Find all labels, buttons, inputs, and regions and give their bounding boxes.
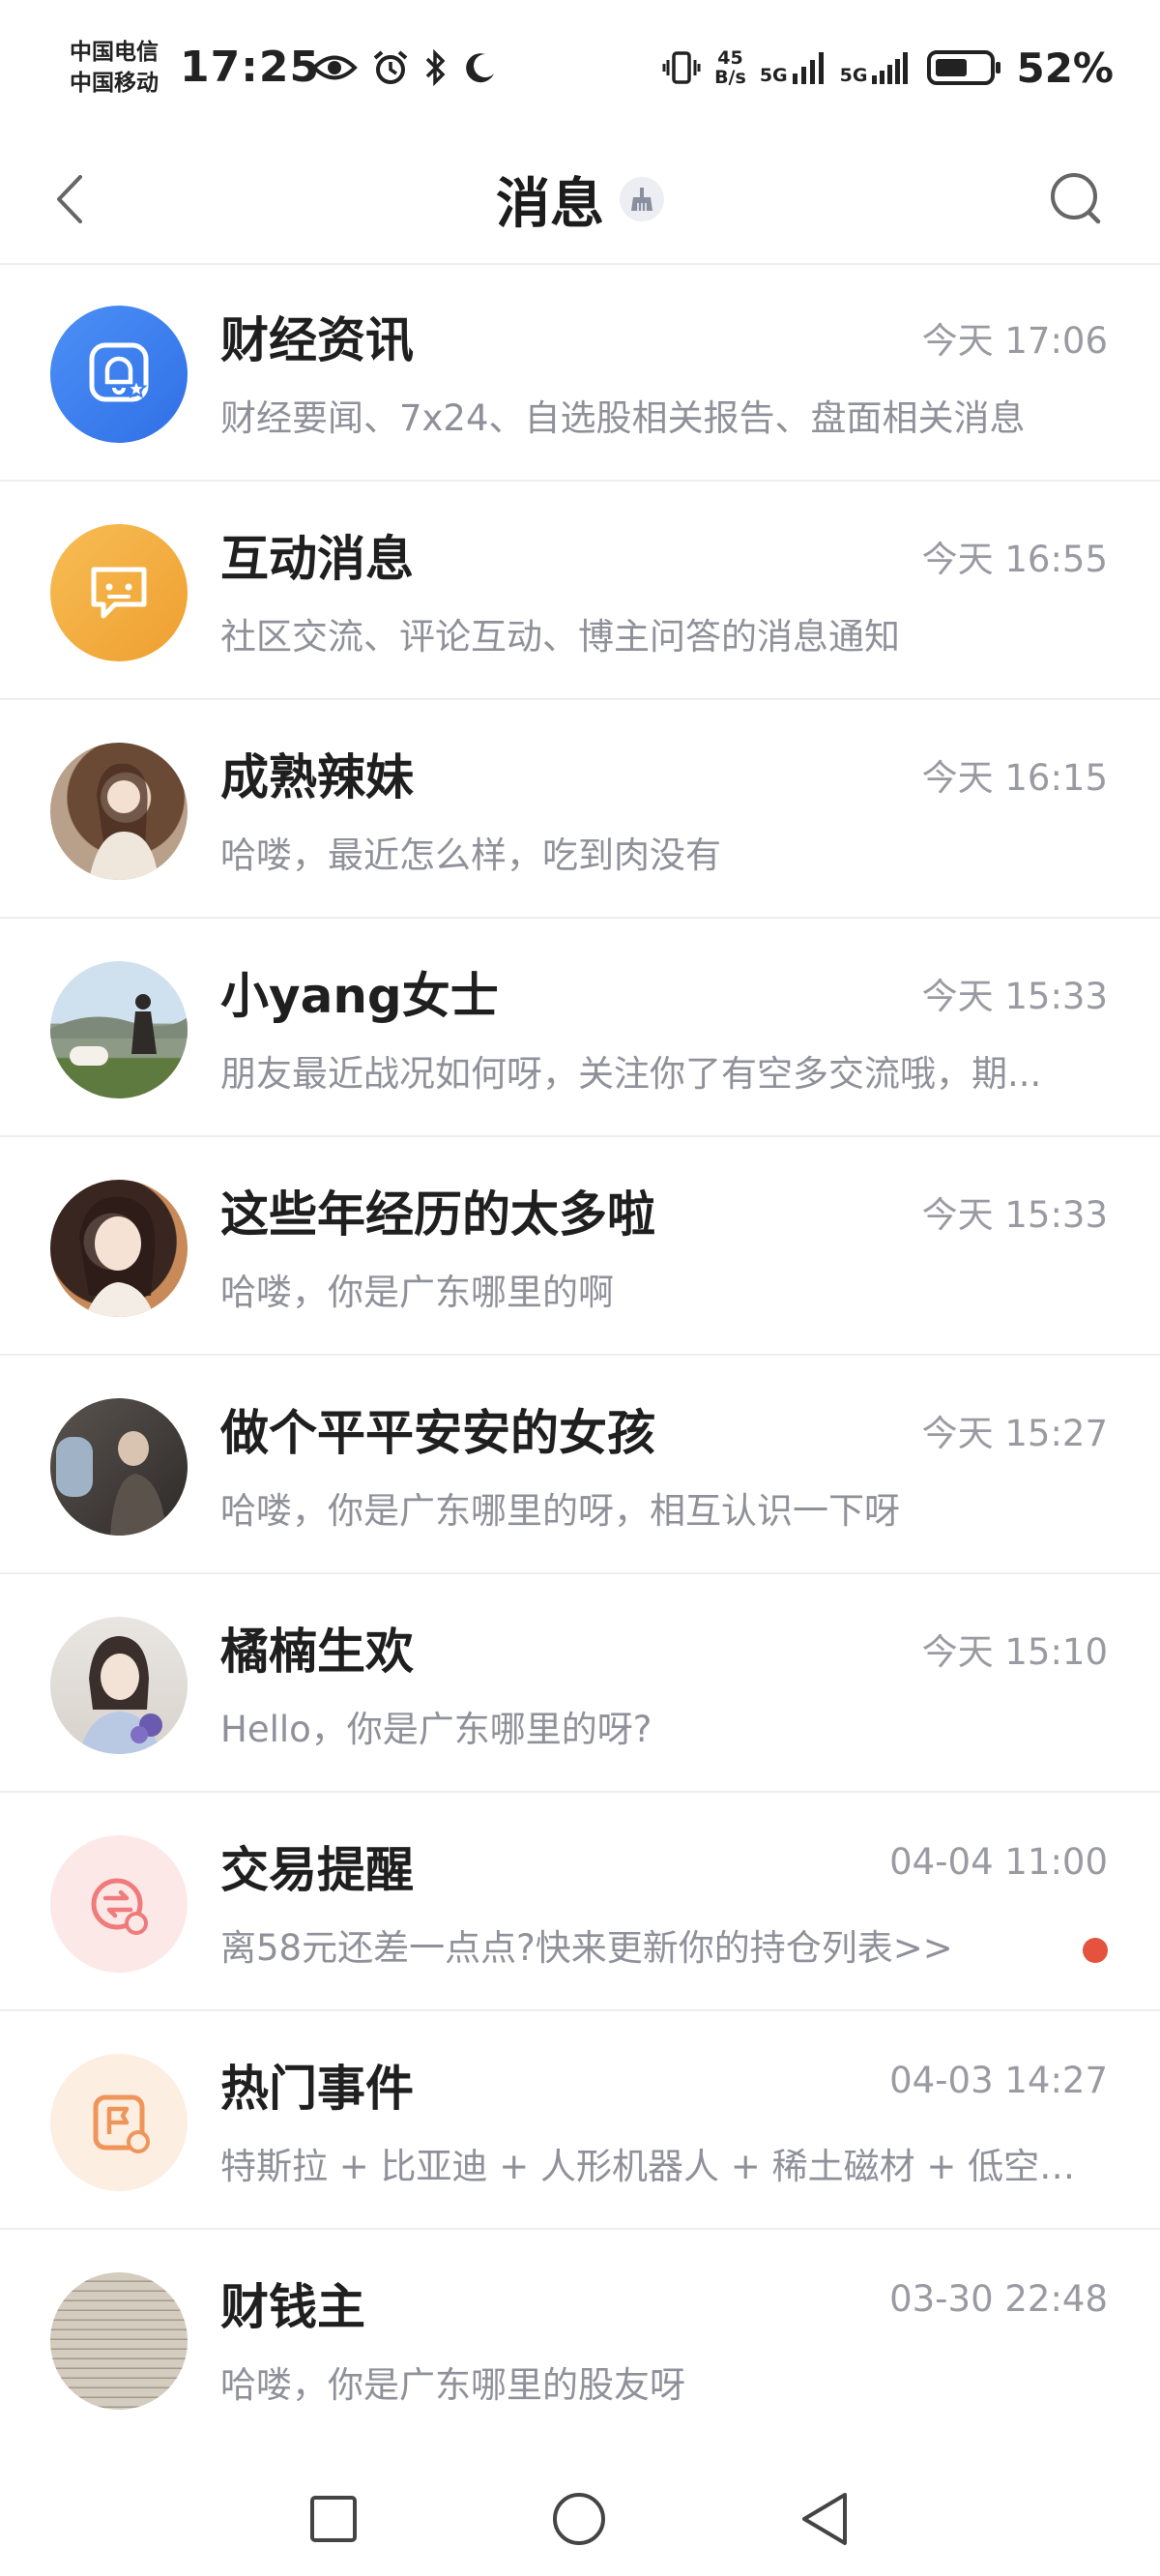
user-photo bbox=[50, 2272, 188, 2410]
signal-icon bbox=[872, 52, 909, 84]
conversation-preview: 离58元还差一点点?快来更新你的持仓列表>> bbox=[220, 1927, 953, 1969]
user-photo bbox=[50, 994, 188, 1066]
list-item[interactable]: 做个平平安安的女孩 今天 15:27 哈喽，你是广东哪里的呀，相互认识一下呀 bbox=[0, 1356, 1160, 1574]
conversation-name: 橘楠生欢 bbox=[220, 1624, 414, 1680]
signal-2: 5G bbox=[840, 50, 914, 85]
conversation-time: 今天 16:15 bbox=[921, 757, 1108, 799]
alarm-icon bbox=[373, 50, 408, 84]
home-circle-icon bbox=[553, 2493, 605, 2545]
conversation-name: 财钱主 bbox=[220, 2279, 365, 2335]
signal-icon bbox=[792, 52, 824, 84]
bell-star-icon bbox=[89, 342, 149, 402]
moon-icon bbox=[466, 53, 494, 83]
list-item[interactable]: 小yang女士 今天 15:33 朋友最近战况如何呀，关注你了有空多交流哦，期.… bbox=[0, 919, 1160, 1137]
conversation-time: 03-30 22:48 bbox=[889, 2278, 1108, 2320]
avatar bbox=[50, 2054, 188, 2191]
list-item[interactable]: 交易提醒 04-04 11:00 离58元还差一点点?快来更新你的持仓列表>> bbox=[0, 1793, 1160, 2011]
list-item[interactable]: 互动消息 今天 16:55 社区交流、评论互动、博主问答的消息通知 bbox=[0, 482, 1160, 700]
conversation-preview: 哈喽，你是广东哪里的啊 bbox=[220, 1272, 614, 1313]
clear-unread-button[interactable] bbox=[620, 177, 664, 221]
recents-button[interactable] bbox=[290, 2475, 377, 2562]
unread-dot bbox=[1083, 1938, 1108, 1963]
signal-1: 5G bbox=[760, 50, 826, 85]
page-title: 消息 bbox=[496, 172, 604, 236]
bluetooth-icon bbox=[425, 48, 446, 87]
status-icons-right: 45 B/s 5G 5G 52% bbox=[662, 43, 1114, 93]
conversation-preview: Hello，你是广东哪里的呀? bbox=[220, 1709, 652, 1750]
search-button[interactable] bbox=[1042, 164, 1112, 234]
avatar bbox=[50, 306, 188, 443]
list-item[interactable]: 成熟辣妹 今天 16:15 哈喽，最近怎么样，吃到肉没有 bbox=[0, 700, 1160, 919]
avatar bbox=[50, 524, 188, 661]
conversation-preview: 朋友最近战况如何呀，关注你了有空多交流哦，期... bbox=[220, 1053, 1042, 1095]
avatar bbox=[50, 2272, 188, 2410]
conversation-preview: 社区交流、评论互动、博主问答的消息通知 bbox=[220, 616, 900, 658]
conversation-name: 交易提醒 bbox=[220, 1842, 414, 1898]
list-item[interactable]: 财经资讯 今天 17:06 财经要闻、7x24、自选股相关报告、盘面相关消息 bbox=[0, 263, 1160, 482]
search-icon bbox=[1051, 173, 1101, 224]
status-icons-left bbox=[311, 46, 497, 89]
trade-alert-icon bbox=[91, 1878, 148, 1935]
conversation-name: 财经资讯 bbox=[220, 312, 414, 368]
back-triangle-icon bbox=[802, 2493, 847, 2545]
title-area: 消息 bbox=[0, 157, 1160, 242]
conversation-name: 热门事件 bbox=[220, 2061, 414, 2117]
conversation-preview: 哈喽，你是广东哪里的呀，相互认识一下呀 bbox=[220, 1490, 900, 1532]
list-item[interactable]: 财钱主 03-30 22:48 哈喽，你是广东哪里的股友呀 bbox=[0, 2230, 1160, 2448]
system-back-button[interactable] bbox=[781, 2475, 868, 2562]
conversation-time: 今天 15:10 bbox=[921, 1631, 1108, 1673]
conversation-name: 小yang女士 bbox=[220, 968, 499, 1024]
conversation-preview: 财经要闻、7x24、自选股相关报告、盘面相关消息 bbox=[220, 397, 1026, 439]
battery-icon bbox=[927, 50, 1001, 85]
avatar bbox=[50, 1617, 188, 1754]
conversation-time: 04-04 11:00 bbox=[889, 1841, 1108, 1883]
avatar bbox=[50, 961, 188, 1098]
conversation-name: 成熟辣妹 bbox=[220, 749, 414, 805]
recents-square-icon bbox=[310, 2496, 357, 2542]
conversation-time: 04-03 14:27 bbox=[889, 2060, 1108, 2101]
list-item[interactable]: 热门事件 04-03 14:27 特斯拉 + 比亚迪 + 人形机器人 + 稀土磁… bbox=[0, 2011, 1160, 2230]
status-bar: 中国电信 中国移动 17:25 45 B/s 5G 5G 52% bbox=[0, 0, 1160, 135]
system-nav-bar bbox=[0, 2456, 1160, 2576]
conversation-preview: 哈喽，最近怎么样，吃到肉没有 bbox=[220, 834, 721, 876]
clock: 17:25 bbox=[180, 43, 321, 92]
list-item[interactable]: 橘楠生欢 今天 15:10 Hello，你是广东哪里的呀? bbox=[0, 1574, 1160, 1793]
home-button[interactable] bbox=[536, 2475, 623, 2562]
carrier-1: 中国电信 bbox=[70, 40, 159, 65]
avatar bbox=[50, 1180, 188, 1317]
conversation-time: 今天 16:55 bbox=[921, 539, 1108, 580]
eye-icon bbox=[311, 55, 358, 80]
chat-bubble-icon bbox=[91, 567, 147, 619]
conversation-preview: 哈喽，你是广东哪里的股友呀 bbox=[220, 2364, 685, 2406]
user-photo bbox=[56, 1431, 166, 1536]
list-item[interactable]: 这些年经历的太多啦 今天 15:33 哈喽，你是广东哪里的啊 bbox=[0, 1137, 1160, 1356]
conversation-time: 今天 17:06 bbox=[921, 320, 1108, 362]
conversation-time: 今天 15:33 bbox=[921, 1194, 1108, 1236]
avatar bbox=[50, 743, 188, 880]
conversation-time: 今天 15:33 bbox=[921, 976, 1108, 1017]
user-photo bbox=[79, 1636, 162, 1754]
app-header: 消息 bbox=[0, 135, 1160, 265]
user-photo bbox=[89, 763, 159, 880]
carrier-labels: 中国电信 中国移动 bbox=[70, 37, 159, 99]
conversation-time: 今天 15:27 bbox=[921, 1413, 1108, 1454]
user-photo bbox=[79, 1196, 156, 1317]
conversation-preview: 特斯拉 + 比亚迪 + 人形机器人 + 稀土磁材 + 低空经... bbox=[220, 2146, 1090, 2187]
flag-event-icon bbox=[93, 2094, 150, 2153]
carrier-2: 中国移动 bbox=[70, 71, 159, 96]
avatar bbox=[50, 1398, 188, 1536]
vibrate-icon bbox=[662, 51, 701, 84]
avatar bbox=[50, 1835, 188, 1973]
broom-icon bbox=[631, 188, 652, 211]
conversation-name: 这些年经历的太多啦 bbox=[220, 1186, 655, 1243]
conversation-name: 做个平平安安的女孩 bbox=[220, 1405, 655, 1461]
message-list: 财经资讯 今天 17:06 财经要闻、7x24、自选股相关报告、盘面相关消息 互… bbox=[0, 263, 1160, 2448]
net-speed: 45 B/s bbox=[714, 47, 746, 88]
conversation-name: 互动消息 bbox=[220, 531, 414, 587]
battery-percent: 52% bbox=[1016, 44, 1114, 92]
